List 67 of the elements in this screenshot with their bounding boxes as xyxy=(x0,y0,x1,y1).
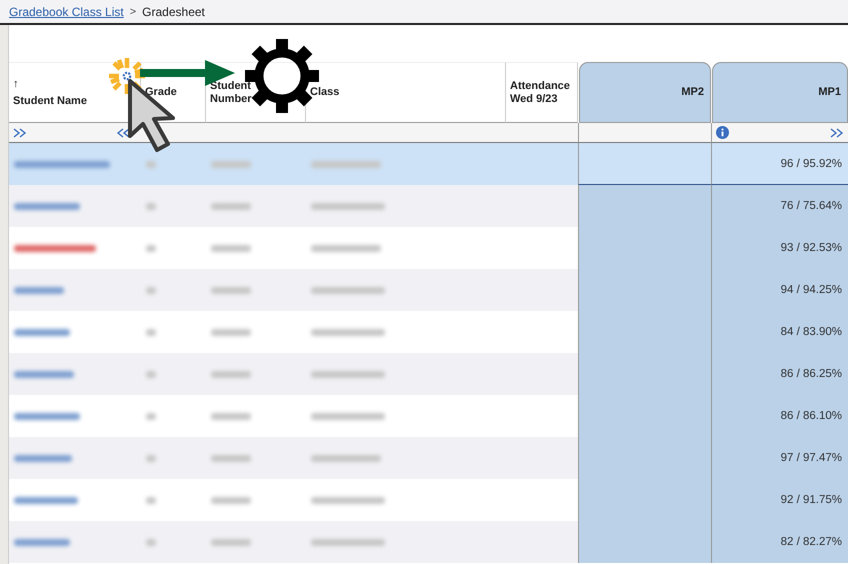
blurred-number xyxy=(211,496,251,504)
blurred-number xyxy=(211,538,251,546)
expand-icon[interactable] xyxy=(13,128,27,138)
blurred-grade xyxy=(146,412,156,420)
blurred-class xyxy=(311,244,381,252)
column-header[interactable]: Student Name xyxy=(13,94,87,107)
sparkle-drawing xyxy=(106,56,148,96)
blurred-grade xyxy=(146,160,156,168)
blurred-number xyxy=(211,244,251,252)
grade-cell[interactable]: 92 / 91.75% xyxy=(711,479,848,521)
blurred-name[interactable] xyxy=(14,244,96,252)
blurred-grade xyxy=(146,328,156,336)
column-header[interactable]: Grade xyxy=(145,86,177,99)
column-header[interactable]: MP2 xyxy=(579,62,711,123)
breadcrumb-link[interactable]: Gradebook Class List xyxy=(9,4,124,18)
blurred-name[interactable] xyxy=(14,370,74,378)
blurred-number xyxy=(211,454,251,462)
grade-cell[interactable]: 76 / 75.64% xyxy=(711,185,848,227)
table-row[interactable] xyxy=(9,437,578,479)
blurred-grade xyxy=(146,538,156,546)
grade-cell[interactable]: 84 / 83.90% xyxy=(711,311,848,353)
expand-icon[interactable] xyxy=(830,128,844,138)
blurred-number xyxy=(211,286,251,294)
blurred-grade xyxy=(146,496,156,504)
breadcrumb-separator: > xyxy=(130,6,136,18)
blurred-name[interactable] xyxy=(14,454,72,462)
blurred-number xyxy=(211,412,251,420)
grade-cell[interactable]: 97 / 97.47% xyxy=(711,437,848,479)
grade-cell[interactable] xyxy=(578,185,711,227)
blurred-grade xyxy=(146,202,156,210)
collapse-icon[interactable] xyxy=(116,128,130,138)
column-header[interactable]: MP1 xyxy=(712,62,848,123)
grade-cell[interactable]: 93 / 92.53% xyxy=(711,227,848,269)
info-icon[interactable] xyxy=(716,126,729,139)
grade-cell[interactable]: 94 / 94.25% xyxy=(711,269,848,311)
grade-cell[interactable] xyxy=(578,521,711,563)
blurred-class xyxy=(311,160,381,168)
blurred-number xyxy=(211,202,251,210)
grade-cell[interactable]: 86 / 86.25% xyxy=(711,353,848,395)
blurred-number xyxy=(211,160,251,168)
blurred-name[interactable] xyxy=(14,412,80,420)
blurred-name[interactable] xyxy=(14,538,70,546)
blurred-name[interactable] xyxy=(14,328,70,336)
blurred-grade xyxy=(146,286,156,294)
blurred-grade xyxy=(146,244,156,252)
cursor-icon xyxy=(128,79,175,152)
blurred-name[interactable] xyxy=(14,286,64,294)
column-header[interactable]: Class xyxy=(310,86,340,99)
sort-indicator[interactable]: ↑ xyxy=(13,78,18,90)
blurred-class xyxy=(311,454,381,462)
blurred-name[interactable] xyxy=(14,496,78,504)
table-row[interactable] xyxy=(9,269,578,311)
gear-icon xyxy=(122,72,132,80)
table-row[interactable] xyxy=(9,353,578,395)
column-header[interactable]: Student Number xyxy=(210,80,256,105)
blurred-grade xyxy=(146,370,156,378)
grade-cell[interactable] xyxy=(578,143,711,185)
grade-cell[interactable]: 82 / 82.27% xyxy=(711,521,848,563)
blurred-name[interactable] xyxy=(14,160,110,168)
table-row[interactable] xyxy=(9,521,578,563)
grade-cell[interactable]: 86 / 86.10% xyxy=(711,395,848,437)
grade-cell[interactable]: 96 / 95.92% xyxy=(711,143,848,185)
blurred-number xyxy=(211,370,251,378)
blurred-number xyxy=(211,328,251,336)
breadcrumb-current: Gradesheet xyxy=(142,4,205,18)
blurred-grade xyxy=(146,454,156,462)
blurred-name[interactable] xyxy=(14,202,80,210)
